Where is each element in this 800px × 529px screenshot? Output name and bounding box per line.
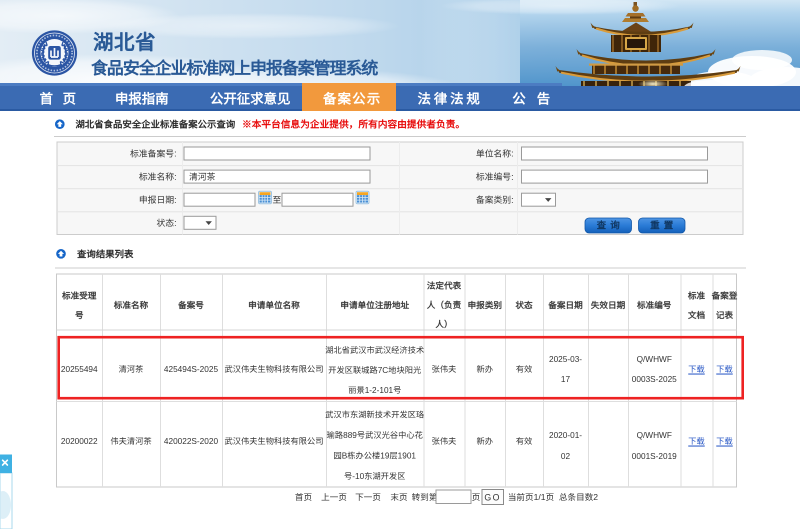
svg-text:Q/WHWF: Q/WHWF — [637, 431, 672, 440]
svg-text::: : — [511, 172, 513, 182]
svg-text:B: B — [342, 452, 348, 461]
svg-text::: : — [174, 172, 176, 182]
svg-text:2: 2 — [593, 492, 598, 502]
svg-text:02: 02 — [561, 452, 571, 461]
svg-text::: : — [174, 195, 176, 205]
svg-text:425494S-2025: 425494S-2025 — [164, 365, 219, 374]
svg-text:889: 889 — [343, 431, 357, 440]
svg-text:2025-03-: 2025-03- — [549, 355, 582, 364]
svg-text:1/1: 1/1 — [534, 492, 546, 502]
svg-text:0001S-2019: 0001S-2019 — [632, 452, 677, 461]
svg-text:1901: 1901 — [398, 452, 417, 461]
svg-text:0003S-2025: 0003S-2025 — [632, 375, 677, 384]
svg-text:GO: GO — [484, 493, 501, 503]
svg-text:420022S-2020: 420022S-2020 — [164, 437, 219, 446]
svg-text:7C: 7C — [378, 366, 389, 375]
svg-text:20255494: 20255494 — [61, 365, 98, 374]
svg-text:Q/WHWF: Q/WHWF — [637, 355, 672, 364]
svg-text::: : — [511, 195, 513, 205]
svg-text:-10: -10 — [352, 472, 364, 481]
svg-text:19: 19 — [380, 452, 390, 461]
svg-text::: : — [174, 149, 176, 159]
svg-text:17: 17 — [561, 375, 571, 384]
svg-text:2020-01-: 2020-01- — [549, 431, 582, 440]
svg-text:1-2-101: 1-2-101 — [365, 386, 394, 395]
svg-text::: : — [511, 149, 513, 159]
svg-text:20200022: 20200022 — [61, 437, 98, 446]
svg-text::: : — [174, 218, 176, 228]
